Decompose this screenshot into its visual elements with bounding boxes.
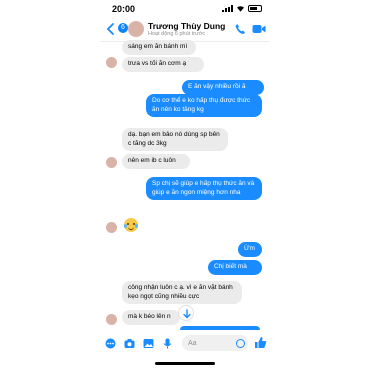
video-call-icon[interactable] (252, 24, 266, 34)
message-outgoing[interactable]: Sp chị sẽ giúp e hấp thụ thức ăn và giúp… (146, 177, 262, 200)
message-outgoing[interactable]: Ừm (238, 242, 262, 257)
chat-header: 6 Trương Thùy Dung Hoạt động 6 phút trướ… (100, 18, 270, 42)
message-incoming[interactable]: nên em ib c luôn (122, 154, 190, 169)
wifi-icon (237, 6, 244, 12)
message-incoming[interactable]: trưa vs tối ăn cơm ạ (122, 57, 204, 72)
like-icon[interactable] (254, 336, 267, 349)
arrow-down-icon (183, 309, 191, 319)
message-incoming[interactable]: sáng em ăn bánh mì (122, 40, 196, 55)
more-actions-icon[interactable] (105, 338, 116, 349)
emoji-icon[interactable] (236, 339, 245, 348)
unread-count-badge[interactable]: 6 (118, 23, 128, 33)
status-bar: 20:00 (100, 0, 270, 18)
contact-active-status: Hoạt động 6 phút trước (148, 31, 206, 37)
contact-avatar[interactable] (128, 21, 144, 37)
contact-name[interactable]: Trương Thùy Dung (148, 21, 225, 31)
scroll-to-bottom-button[interactable] (178, 305, 194, 321)
status-icons (222, 5, 262, 12)
message-incoming[interactable]: công nhận luôn c ạ. vì e ăn vặt bánh kẹo… (122, 281, 242, 304)
phone-call-icon[interactable] (234, 23, 246, 35)
battery-icon (248, 5, 262, 12)
status-time: 20:00 (112, 4, 136, 14)
microphone-icon[interactable] (162, 338, 173, 349)
image-icon[interactable] (143, 338, 154, 349)
messenger-screen: 20:00 6 Trương Thùy Dung Hoạt động 6 phú… (100, 0, 270, 370)
home-indicator (155, 362, 215, 365)
sender-avatar (106, 222, 117, 233)
sender-avatar (106, 314, 117, 325)
message-composer (100, 330, 270, 356)
back-arrow-icon[interactable] (104, 22, 118, 36)
crying-laughing-emoji[interactable] (124, 218, 138, 232)
signal-icon (222, 5, 233, 12)
sender-avatar (106, 157, 117, 168)
sender-avatar (106, 57, 117, 68)
message-incoming[interactable]: mà k béo lên n (122, 310, 180, 325)
camera-icon[interactable] (124, 338, 135, 349)
message-outgoing[interactable]: Chị biết mà (208, 260, 262, 275)
message-incoming[interactable]: dạ. bạn em bảo nó dùng sp bên c tăng dc … (122, 128, 228, 151)
message-outgoing[interactable]: E ăn vậy nhiều rồi ă (182, 80, 264, 95)
message-outgoing[interactable]: Do cơ thể e ko hấp thụ được thức ăn nên … (146, 94, 262, 117)
